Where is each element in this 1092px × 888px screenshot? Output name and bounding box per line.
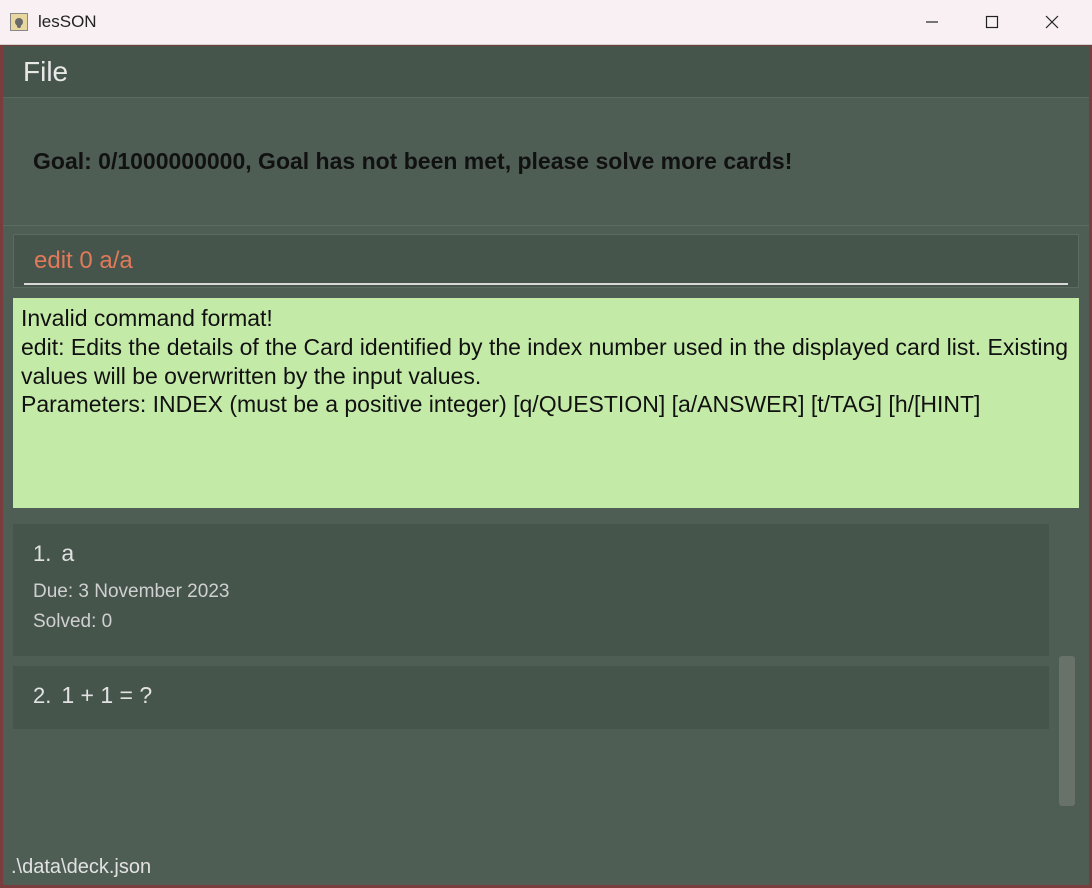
window-title: lesSON <box>38 12 902 32</box>
feedback-text: Invalid command format! edit: Edits the … <box>21 305 1075 417</box>
card-header: 2. 1 + 1 = ? <box>33 682 1029 709</box>
command-box <box>13 234 1079 288</box>
card-index: 1. <box>33 541 51 567</box>
card-item[interactable]: 2. 1 + 1 = ? <box>13 666 1049 729</box>
minimize-button[interactable] <box>902 0 962 45</box>
card-question: a <box>61 540 74 567</box>
card-solved: Solved: 0 <box>33 607 1029 637</box>
maximize-button[interactable] <box>962 0 1022 45</box>
app-icon <box>10 13 28 31</box>
card-question: 1 + 1 = ? <box>61 682 152 709</box>
card-header: 1. a <box>33 540 1029 567</box>
card-list[interactable]: 1. a Due: 3 November 2023 Solved: 0 2. 1… <box>13 524 1079 748</box>
menu-file[interactable]: File <box>23 56 68 88</box>
command-input[interactable] <box>34 247 1058 275</box>
goal-text: Goal: 0/1000000000, Goal has not been me… <box>33 148 1059 175</box>
card-item[interactable]: 1. a Due: 3 November 2023 Solved: 0 <box>13 524 1049 656</box>
app-body: File Goal: 0/1000000000, Goal has not be… <box>0 45 1092 888</box>
menubar: File <box>3 46 1089 98</box>
card-index: 2. <box>33 683 51 709</box>
card-due: Due: 3 November 2023 <box>33 577 1029 607</box>
scrollbar-thumb[interactable] <box>1059 656 1075 806</box>
window-controls <box>902 0 1082 45</box>
close-button[interactable] <box>1022 0 1082 45</box>
feedback-box: Invalid command format! edit: Edits the … <box>13 298 1079 508</box>
window-titlebar: lesSON <box>0 0 1092 45</box>
goal-banner: Goal: 0/1000000000, Goal has not been me… <box>3 98 1089 226</box>
status-bar: .\data\deck.json <box>11 856 151 879</box>
